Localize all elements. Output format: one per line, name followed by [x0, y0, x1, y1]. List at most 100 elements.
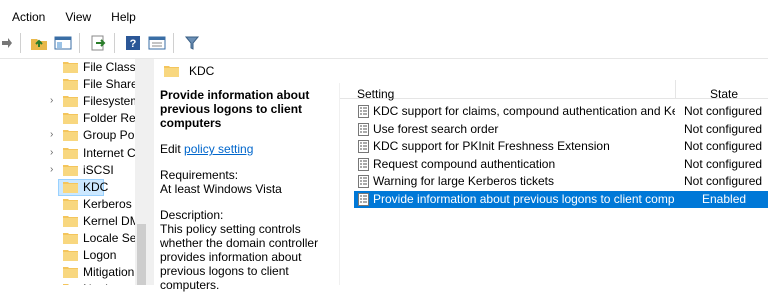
requirements-label: Requirements:	[160, 168, 239, 182]
export-list-button[interactable]	[88, 33, 108, 53]
tree-item[interactable]: Mitigation	[0, 264, 148, 281]
folder-icon	[63, 62, 78, 73]
tree-item[interactable]: › Group Pol	[0, 127, 148, 144]
setting-name: Use forest search order	[373, 121, 499, 136]
tree-item[interactable]: KDC	[58, 178, 108, 196]
folder-icon	[63, 130, 78, 142]
tree-item[interactable]: Kerberos	[0, 196, 148, 213]
folder-icon	[63, 113, 78, 125]
setting-name: Warning for large Kerberos tickets	[373, 174, 554, 189]
setting-state: Not configured	[684, 174, 763, 189]
forward-button[interactable]	[0, 33, 14, 53]
tree-item-label: iSCSI	[83, 162, 114, 177]
setting-state: Not configured	[684, 156, 763, 171]
show-hide-tree-button[interactable]	[53, 33, 73, 53]
tree-item-label: Group Pol	[83, 128, 138, 143]
console-tree: File Classif File Share › Filesystem Folder …	[0, 59, 148, 285]
help-button[interactable]: ?	[123, 33, 143, 53]
details-title: KDC	[189, 64, 215, 78]
setting-state: Enabled	[702, 192, 747, 206]
tree-item-label: File Classif	[83, 60, 142, 74]
policy-setting-icon	[358, 105, 369, 118]
tree-item[interactable]: Folder Rec	[0, 110, 148, 127]
table-row[interactable]: Provide information about previous logon…	[354, 191, 768, 208]
edit-prefix: Edit	[160, 142, 185, 156]
settings-list: Setting State KDC support for claims, co…	[340, 72, 768, 285]
policy-setting-link[interactable]: policy setting	[184, 142, 253, 156]
tree-item[interactable]: Locale Ser	[0, 230, 148, 247]
setting-state: Not configured	[684, 121, 763, 136]
up-folder-button[interactable]	[29, 33, 49, 53]
policy-heading: Provide information about previous logon…	[160, 88, 310, 130]
tree-item-label: Filesystem	[83, 94, 141, 109]
table-row[interactable]: Use forest search order Not configured	[354, 121, 768, 138]
chevron-right-icon[interactable]: ›	[50, 147, 53, 158]
tree-item[interactable]: Logon	[0, 247, 148, 264]
svg-text:?: ?	[130, 38, 137, 50]
help-icon: ?	[126, 36, 140, 50]
tree-item-label: Mitigation	[83, 265, 135, 280]
menu-bar: Action View Help	[0, 6, 768, 28]
setting-name: KDC support for claims, compound authent…	[373, 104, 675, 118]
tree-item[interactable]: › Filesystem	[0, 93, 148, 110]
table-row[interactable]: Request compound authentication Not confi…	[354, 156, 768, 173]
folder-icon	[63, 250, 78, 262]
menu-view[interactable]: View	[53, 6, 99, 28]
policy-setting-icon	[358, 140, 369, 154]
requirements-value: At least Windows Vista	[160, 182, 282, 196]
menu-help[interactable]: Help	[99, 6, 144, 28]
setting-name: Request compound authentication	[373, 156, 556, 171]
tree-item[interactable]: File Share	[0, 76, 148, 93]
extended-description: Provide information about previous logon…	[154, 83, 339, 292]
toolbar: ?	[0, 28, 768, 59]
setting-name: Provide information about previous logon…	[373, 192, 675, 206]
tree-item-label: KDC	[83, 179, 109, 194]
policy-setting-icon	[358, 175, 369, 189]
folder-icon	[63, 164, 78, 176]
requirements: Requirements: At least Windows Vista	[160, 168, 339, 196]
export-list-icon	[91, 35, 106, 51]
table-row[interactable]: Warning for large Kerberos tickets Not co…	[354, 173, 768, 190]
up-folder-icon	[31, 39, 47, 50]
tree-item-label: Internet C	[83, 145, 136, 160]
chevron-right-icon[interactable]: ›	[50, 164, 53, 175]
tree-scrollbar[interactable]	[135, 59, 148, 285]
folder-icon	[63, 147, 78, 159]
tree-item[interactable]: › iSCSI	[0, 162, 148, 179]
filter-button[interactable]	[182, 33, 202, 53]
menu-action[interactable]: Action	[0, 6, 53, 28]
folder-icon	[63, 96, 78, 108]
column-setting[interactable]: Setting	[357, 87, 394, 101]
folder-icon	[164, 66, 179, 77]
folder-icon	[63, 233, 78, 244]
folder-icon	[63, 79, 78, 91]
filter-icon	[184, 36, 200, 50]
folder-icon	[63, 215, 78, 227]
tree-item-label: File Share	[83, 77, 138, 92]
tree-item[interactable]: ›Net Logon	[0, 281, 148, 285]
description-block: Description: This policy setting controls…	[160, 208, 339, 292]
description-text: This policy setting controls whether the…	[160, 222, 319, 292]
chevron-right-icon[interactable]: ›	[50, 95, 53, 106]
column-state[interactable]: State	[710, 87, 738, 101]
setting-state: Not configured	[684, 104, 763, 118]
toolbar-separator	[20, 33, 21, 53]
tree-item[interactable]: File Classif	[0, 59, 148, 76]
description-label: Description:	[160, 208, 224, 222]
tree-item-label: Logon	[83, 248, 117, 263]
tree-item-label: Locale Ser	[83, 231, 141, 245]
table-row[interactable]: KDC support for PKInit Freshness Extensi…	[354, 138, 768, 155]
tree-scrollbar-thumb[interactable]	[137, 224, 146, 285]
tree-item[interactable]: Kernel DM	[0, 213, 148, 230]
console-tree-icon	[54, 36, 72, 50]
chevron-right-icon[interactable]: ›	[50, 129, 53, 140]
tree-item-label: Kernel DM	[83, 213, 140, 228]
column-divider[interactable]	[675, 80, 676, 98]
policy-setting-icon	[358, 193, 369, 206]
folder-icon	[63, 267, 78, 279]
tree-item-label: Folder Rec	[83, 111, 142, 126]
table-row[interactable]: KDC support for claims, compound authent…	[354, 103, 768, 120]
column-header: Setting State	[340, 72, 768, 101]
properties-button[interactable]	[147, 33, 167, 53]
tree-item[interactable]: › Internet C	[0, 145, 148, 162]
